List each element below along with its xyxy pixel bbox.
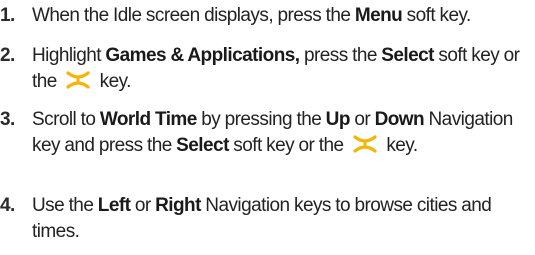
select-key-label: Select xyxy=(381,45,434,66)
step-text: key. xyxy=(95,71,132,92)
step-text: Scroll to xyxy=(32,109,100,130)
select-key-label: Select xyxy=(176,135,229,156)
games-applications-label: Games & Applications, xyxy=(105,45,300,66)
step-number: 2. xyxy=(0,45,15,66)
ok-key-icon xyxy=(65,70,91,90)
step-text: or xyxy=(349,109,375,130)
down-key-label: Down xyxy=(374,109,425,130)
step-4: 4. Use the Left or Right Navigation keys… xyxy=(0,193,512,245)
left-key-label: Left xyxy=(97,195,131,216)
up-key-label: Up xyxy=(325,109,351,130)
step-text: press the xyxy=(299,45,382,66)
ok-key-icon xyxy=(352,134,378,154)
step-text: Use the xyxy=(32,195,98,216)
step-2: 2. Highlight Games & Applications, press… xyxy=(0,43,532,95)
step-text: by pressing the xyxy=(196,109,326,130)
right-key-label: Right xyxy=(155,195,201,216)
menu-key-label: Menu xyxy=(354,5,403,26)
step-text: Highlight xyxy=(32,45,106,66)
step-text: or xyxy=(130,195,156,216)
step-number: 1. xyxy=(0,5,15,26)
step-number: 4. xyxy=(0,195,15,216)
step-1: 1. When the Idle screen displays, press … xyxy=(0,3,532,29)
world-time-label: World Time xyxy=(99,109,198,130)
step-text: soft key. xyxy=(402,5,472,26)
step-text: soft key or the xyxy=(228,135,348,156)
step-text: key. xyxy=(381,135,418,156)
step-3: 3. Scroll to World Time by pressing the … xyxy=(0,107,532,159)
step-text: When the Idle screen displays, press the xyxy=(32,5,355,26)
step-number: 3. xyxy=(0,109,15,130)
